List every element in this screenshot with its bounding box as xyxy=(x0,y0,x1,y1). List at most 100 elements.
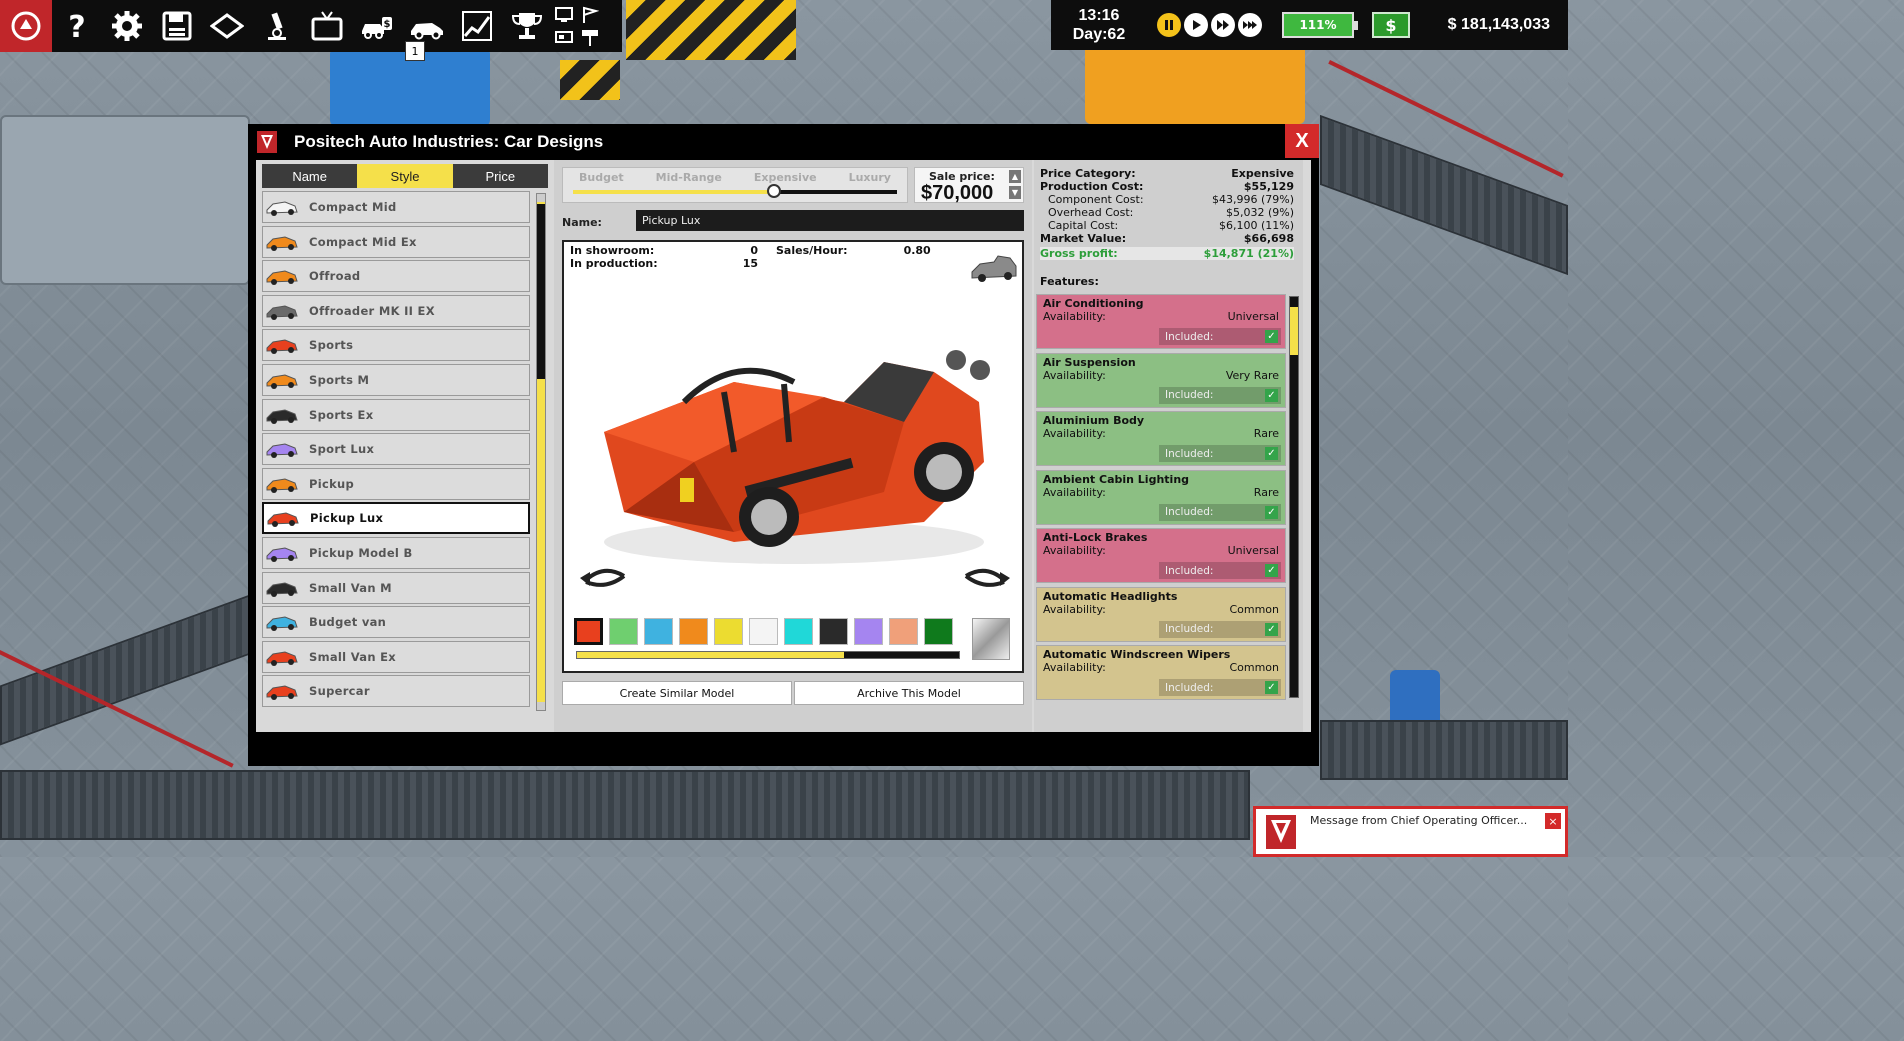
archive-model-button[interactable]: Archive This Model xyxy=(794,681,1024,705)
model-list-item[interactable]: Pickup Lux xyxy=(262,502,530,534)
model-list-item[interactable]: Sports Ex xyxy=(262,399,530,431)
color-swatch[interactable] xyxy=(784,618,813,645)
price-down-icon[interactable]: ▼ xyxy=(1009,186,1021,199)
close-icon[interactable]: × xyxy=(1545,813,1561,829)
scrollbar-thumb[interactable] xyxy=(537,204,545,379)
feature-card[interactable]: Anti-Lock BrakesAvailability:UniversalIn… xyxy=(1036,528,1286,583)
feature-card[interactable]: Aluminium BodyAvailability:RareIncluded:… xyxy=(1036,411,1286,466)
availability-label: Availability: xyxy=(1043,661,1106,674)
color-swatch[interactable] xyxy=(924,618,953,645)
checkmark-icon[interactable]: ✓ xyxy=(1265,681,1278,694)
research-button[interactable] xyxy=(252,0,302,52)
finance-button[interactable]: $ xyxy=(1372,12,1410,38)
color-swatch[interactable] xyxy=(889,618,918,645)
car-designs-icon xyxy=(410,9,444,43)
car-thumbnail-icon xyxy=(265,473,299,495)
included-toggle[interactable]: Included:✓ xyxy=(1159,328,1281,345)
price-up-icon[interactable]: ▲ xyxy=(1009,170,1021,183)
model-list-item[interactable]: Sports xyxy=(262,329,530,361)
model-list-item[interactable]: Compact Mid Ex xyxy=(262,226,530,258)
feature-card[interactable]: Automatic HeadlightsAvailability:CommonI… xyxy=(1036,587,1286,642)
efficiency-meter[interactable]: 111% xyxy=(1282,12,1354,38)
range-track[interactable] xyxy=(573,190,897,194)
body-style-thumbnail-icon[interactable] xyxy=(968,250,1020,288)
model-list-item[interactable]: Small Van Ex xyxy=(262,641,530,673)
model-name: Small Van M xyxy=(309,581,392,595)
money-icon: $ xyxy=(1385,16,1396,35)
features-scrollbar-thumb[interactable] xyxy=(1290,307,1298,355)
tab-style[interactable]: Style xyxy=(357,164,452,188)
color-swatch[interactable] xyxy=(854,618,883,645)
model-name-field[interactable]: Pickup Lux xyxy=(636,210,1024,231)
graphs-button[interactable] xyxy=(452,0,502,52)
model-list-item[interactable]: Sport Lux xyxy=(262,433,530,465)
tab-price[interactable]: Price xyxy=(453,164,548,188)
company-logo-button[interactable] xyxy=(0,0,52,52)
rotate-left-icon[interactable] xyxy=(578,564,630,590)
model-list-item[interactable]: Sports M xyxy=(262,364,530,396)
flag-icon[interactable] xyxy=(581,6,599,24)
achievements-button[interactable] xyxy=(502,0,552,52)
included-toggle[interactable]: Included:✓ xyxy=(1159,562,1281,579)
save-button[interactable] xyxy=(152,0,202,52)
notification-badge[interactable]: 1 xyxy=(405,41,425,61)
paint-finish-chrome[interactable] xyxy=(972,618,1010,660)
model-list-item[interactable]: Budget van xyxy=(262,606,530,638)
car-thumbnail-icon xyxy=(265,300,299,322)
feature-card[interactable]: Ambient Cabin LightingAvailability:RareI… xyxy=(1036,470,1286,525)
help-button[interactable]: ? xyxy=(52,0,102,52)
color-swatch[interactable] xyxy=(609,618,638,645)
checkmark-icon[interactable]: ✓ xyxy=(1265,623,1278,636)
close-dialog-button[interactable]: X xyxy=(1285,124,1319,158)
checkmark-icon[interactable]: ✓ xyxy=(1265,506,1278,519)
message-notification[interactable]: Message from Chief Operating Officer... … xyxy=(1253,806,1568,857)
rotate-right-icon[interactable] xyxy=(960,564,1012,590)
included-toggle[interactable]: Included:✓ xyxy=(1159,387,1281,404)
features-scrollbar[interactable] xyxy=(1289,296,1299,698)
color-swatch[interactable] xyxy=(644,618,673,645)
model-list-item[interactable]: Supercar xyxy=(262,675,530,707)
checkmark-icon[interactable]: ✓ xyxy=(1265,389,1278,402)
settings-button[interactable] xyxy=(102,0,152,52)
fast-forward-button[interactable] xyxy=(1211,13,1235,37)
color-swatch[interactable] xyxy=(574,618,603,645)
color-swatch[interactable] xyxy=(749,618,778,645)
create-similar-model-button[interactable]: Create Similar Model xyxy=(562,681,792,705)
checkmark-icon[interactable]: ✓ xyxy=(1265,447,1278,460)
model-list-item[interactable]: Offroader MK II EX xyxy=(262,295,530,327)
advertising-button[interactable] xyxy=(302,0,352,52)
map-view-button[interactable] xyxy=(202,0,252,52)
color-swatch[interactable] xyxy=(679,618,708,645)
play-button[interactable] xyxy=(1184,13,1208,37)
monitor-icon[interactable] xyxy=(555,6,573,24)
feature-card[interactable]: Automatic Windscreen WipersAvailability:… xyxy=(1036,645,1286,700)
included-toggle[interactable]: Included:✓ xyxy=(1159,679,1281,696)
model-list-item[interactable]: Offroad xyxy=(262,260,530,292)
tab-name[interactable]: Name xyxy=(262,164,357,188)
included-toggle[interactable]: Included:✓ xyxy=(1159,621,1281,638)
signpost-icon[interactable] xyxy=(581,28,599,46)
model-list-item[interactable]: Pickup xyxy=(262,468,530,500)
range-knob[interactable] xyxy=(767,184,781,198)
color-scrollbar[interactable] xyxy=(576,651,960,659)
color-swatch[interactable] xyxy=(819,618,848,645)
feature-card[interactable]: Air SuspensionAvailability:Very RareIncl… xyxy=(1036,353,1286,408)
model-list-scrollbar[interactable] xyxy=(536,193,546,711)
dialog-body: Name Style Price Compact MidCompact Mid … xyxy=(256,160,1311,732)
model-list-item[interactable]: Compact Mid xyxy=(262,191,530,223)
color-swatch[interactable] xyxy=(714,618,743,645)
market-value-label: Market Value: xyxy=(1040,232,1126,245)
feature-card[interactable]: Air ConditioningAvailability:UniversalIn… xyxy=(1036,294,1286,349)
model-list-item[interactable]: Small Van M xyxy=(262,572,530,604)
car-sales-button[interactable]: $ xyxy=(352,0,402,52)
included-toggle[interactable]: Included:✓ xyxy=(1159,445,1281,462)
included-toggle[interactable]: Included:✓ xyxy=(1159,504,1281,521)
display-icon[interactable] xyxy=(555,28,573,46)
model-name: Sport Lux xyxy=(309,442,374,456)
model-list-item[interactable]: Pickup Model B xyxy=(262,537,530,569)
fastest-button[interactable] xyxy=(1238,13,1262,37)
pause-button[interactable] xyxy=(1157,13,1181,37)
price-range-slider[interactable]: Budget Mid-Range Expensive Luxury xyxy=(562,167,908,203)
checkmark-icon[interactable]: ✓ xyxy=(1265,564,1278,577)
checkmark-icon[interactable]: ✓ xyxy=(1265,330,1278,343)
